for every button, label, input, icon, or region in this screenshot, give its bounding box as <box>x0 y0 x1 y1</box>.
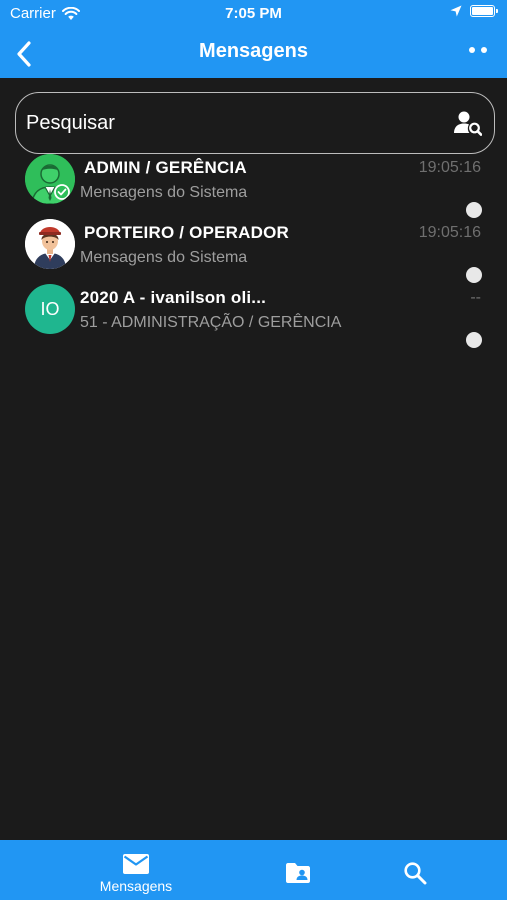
search-icon <box>404 862 427 885</box>
conversation-subtitle: Mensagens do Sistema <box>80 249 248 266</box>
navigation-bar: Mensagens <box>0 30 507 78</box>
conversation-item-ivanilson[interactable]: IO 2020 A - ivanilson oli... 51 - ADMINI… <box>0 282 507 348</box>
bottom-tab-bar: Mensagens <box>0 840 507 900</box>
search-bar <box>15 92 495 154</box>
conversation-title: ADMIN / GERÊNCIA <box>84 158 247 177</box>
mail-icon <box>123 854 149 874</box>
search-input[interactable] <box>26 93 446 153</box>
conversation-subtitle: Mensagens do Sistema <box>80 184 248 201</box>
conversation-item-admin[interactable]: ADMIN / GERÊNCIA Mensagens do Sistema 19… <box>0 152 507 218</box>
tab-mensagens[interactable]: Mensagens <box>86 840 186 900</box>
tab-label: Mensagens <box>99 878 173 894</box>
porteiro-avatar-illustration <box>25 219 75 269</box>
porteiro-avatar <box>25 219 75 269</box>
initials-avatar: IO <box>25 284 75 334</box>
conversation-time: 19:05:16 <box>418 159 481 176</box>
admin-avatar <box>25 154 75 204</box>
status-time: 7:05 PM <box>225 5 282 22</box>
status-bar: Carrier 7:05 PM <box>0 0 507 30</box>
status-right <box>450 5 498 17</box>
conversation-time: 19:05:16 <box>418 224 481 241</box>
page-title: Mensagens <box>199 40 308 62</box>
tab-search[interactable] <box>390 840 440 900</box>
more-dot <box>481 47 487 53</box>
person-search-icon[interactable] <box>454 110 482 136</box>
location-arrow-icon <box>450 5 462 17</box>
more-dot <box>469 47 475 53</box>
tab-contacts[interactable] <box>273 840 323 900</box>
more-options-button[interactable] <box>469 47 487 53</box>
conversation-title: PORTEIRO / OPERADOR <box>84 223 289 242</box>
admin-avatar-illustration <box>25 154 75 204</box>
conversation-subtitle: 51 - ADMINISTRAÇÃO / GERÊNCIA <box>80 314 342 331</box>
conversation-time: -- <box>470 289 481 306</box>
conversation-item-porteiro[interactable]: PORTEIRO / OPERADOR Mensagens do Sistema… <box>0 217 507 283</box>
contacts-folder-icon <box>286 863 310 883</box>
conversation-list: ADMIN / GERÊNCIA Mensagens do Sistema 19… <box>0 152 507 348</box>
conversation-title: 2020 A - ivanilson oli... <box>80 288 267 307</box>
unread-indicator <box>466 202 482 218</box>
unread-indicator <box>466 332 482 348</box>
unread-indicator <box>466 267 482 283</box>
battery-icon <box>470 5 498 17</box>
